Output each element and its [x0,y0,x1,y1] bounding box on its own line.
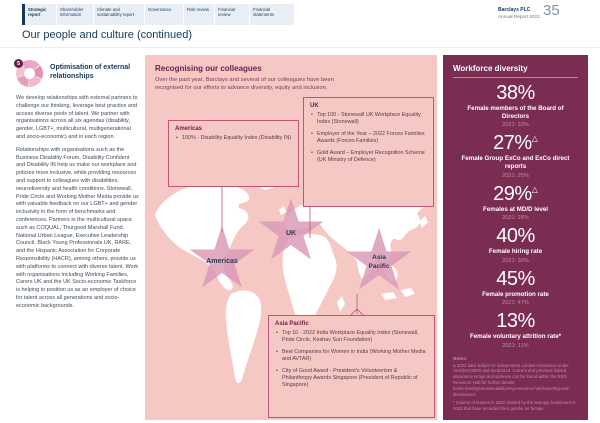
page-number: 35 [543,2,560,19]
stat-prior-year: 2021: 39% [502,257,529,264]
body-paragraph: We develop relationships with external p… [16,95,138,140]
workforce-diversity-heading: Workforce diversity [453,64,578,78]
page-title: Our people and culture (continued) [22,29,192,41]
left-text-column: 5 Optimisation of external relationships… [14,59,140,316]
section-body: We develop relationships with external p… [16,95,140,311]
stat-label: Female Group ExCo and ExCo direct report… [461,155,570,171]
workforce-diversity-panel: Workforce diversity 38% Female members o… [443,55,588,420]
stat-value: 45% [496,267,535,290]
award-list: 100% - Disability Equality Index (Disabi… [175,135,292,142]
assurance-triangle-icon: △ [531,184,538,194]
map-label-americas: Americas [206,258,238,265]
stat-prior-year: 2021: 47% [502,300,529,307]
island-madagascar [337,296,345,312]
award-bullet: Gold Award – Employer Recognition Scheme… [310,150,427,164]
award-list: Top 100 - Stonewall UK Workplace Equalit… [310,112,427,164]
mosaic-donut-icon: 5 [14,59,43,87]
stat-md-d-level: 29%△ Females at MD/D level 2021: 28% [443,184,588,221]
tab-risk-review[interactable]: Risk review [184,4,214,25]
stat-value: 27%△ [493,132,538,155]
recognition-panel: Recognising our colleagues Over the past… [145,55,437,420]
continent-south-america [225,290,262,384]
tab-financial-statements[interactable]: Financial statements [250,4,294,25]
stat-value: 13% [496,310,535,333]
award-box-asia-pacific: Asia Pacific Top 10 - 2022 India Workpla… [268,315,435,418]
stat-exco-direct-reports: 27%△ Female Group ExCo and ExCo direct r… [443,133,588,178]
recognition-heading: Recognising our colleagues [155,64,262,73]
stat-value: 29%△ [493,182,538,205]
award-bullet: Best Companies for Women in India (Worki… [275,349,428,363]
assurance-triangle-icon: △ [531,134,538,144]
award-box-title: Asia Pacific [275,321,309,327]
report-section-tabs: Strategic report Shareholder information… [22,4,295,25]
tab-governance[interactable]: Governance [145,4,183,25]
stat-value: 38% [496,82,535,104]
award-bullet: Top 10 - 2022 India Workplace Equality I… [275,330,428,344]
tab-financial-review[interactable]: Financial review [215,4,249,25]
section-heading: Optimisation of external relationships [50,64,131,81]
stat-prior-year: 2021: 25% [502,172,529,179]
body-paragraph: Relationships with organisations such as… [16,146,139,309]
stat-label: Female voluntary attrition rate* [469,333,562,341]
stat-prior-year: 2021: 28% [502,215,529,222]
award-box-title: Americas [175,126,203,132]
stat-prior-year: 2021: 11% [502,342,529,349]
map-label-pacific: Pacific [369,263,390,270]
award-box-title: UK [310,103,319,109]
stat-label: Female members of the Board of Directors [467,105,564,120]
map-label-asia: Asia [372,254,386,261]
award-bullet: City of Good Award - President's Volunte… [275,368,428,389]
stat-voluntary-attrition-rate: 13% Female voluntary attrition rate* 202… [443,311,588,348]
stat-hiring-rate: 40% Female hiring rate 2021: 39% [443,226,588,263]
map-label-uk: UK [286,230,296,237]
stat-prior-year: 2021: 33% [502,122,529,129]
continent-africa [282,233,337,327]
award-box-uk: UK Top 100 - Stonewall UK Workplace Equa… [303,97,434,207]
recognition-intro: Over the past year, Barclays and several… [155,77,334,91]
tab-shareholder-information[interactable]: Shareholder information [57,4,93,25]
tab-climate-sustainability-report[interactable]: Climate and sustainability report [94,4,144,25]
award-bullet: Employer of the Year – 2022 Forces Famil… [310,131,427,145]
stat-label: Female hiring rate [488,248,543,256]
island-japan [419,216,428,228]
tab-strategic-report[interactable]: Strategic report [22,4,56,25]
award-bullet: Top 100 - Stonewall UK Workplace Equalit… [310,112,427,126]
stat-label: Female promotion rate [482,290,549,298]
island-uk [279,206,286,215]
islands-indonesia-east [401,288,415,297]
priority-number-badge: 5 [14,59,23,68]
islands-indonesia [381,292,397,300]
note-assurance: Δ 2022 data subject to independent Limit… [453,362,570,397]
award-list: Top 10 - 2022 India Workplace Equality I… [275,330,428,389]
award-box-americas: Americas 100% - Disability Equality Inde… [168,120,299,187]
stat-value: 40% [496,225,535,248]
stat-board-members: 38% Female members of the Board of Direc… [443,83,588,128]
notes-title: Notes: [453,355,468,361]
stat-promotion-rate: 45% Female promotion rate 2021: 47% [443,269,588,306]
header-divider [0,47,600,48]
workforce-notes: Notes: Δ 2022 data subject to independen… [453,356,578,412]
note-attrition-definition: * Volume of leavers in 2022 divided by t… [453,399,576,411]
stat-label: Females at MD/D level [483,205,548,213]
award-bullet: 100% - Disability Equality Index (Disabi… [175,135,292,142]
